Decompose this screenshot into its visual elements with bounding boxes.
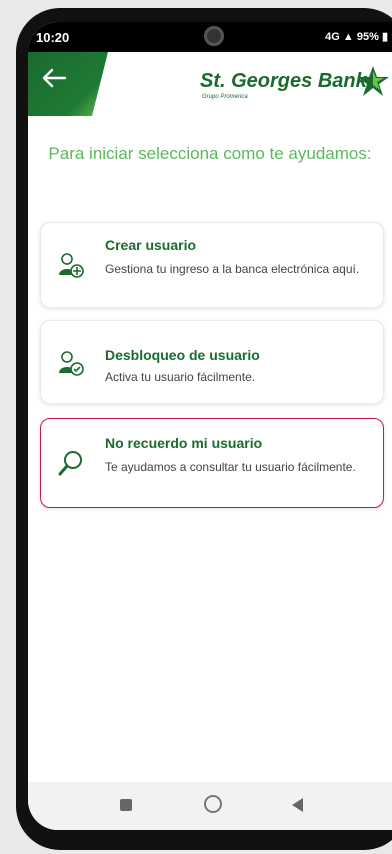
- search-icon: [58, 451, 82, 476]
- battery-icon: ▮: [381, 31, 388, 43]
- nav-back-icon[interactable]: [292, 798, 303, 812]
- header: St. Georges Bank Grupo Promerica: [28, 52, 392, 116]
- create-user-description: Gestiona tu ingreso a la banca electróni…: [105, 262, 360, 276]
- system-nav-bar: [28, 782, 392, 830]
- forgot-user-card[interactable]: No recuerdo mi usuario Te ayudamos a con…: [40, 418, 384, 508]
- signal-label: 4G: [325, 31, 340, 43]
- battery-level: 95%: [356, 31, 379, 43]
- recent-apps-icon[interactable]: [120, 799, 132, 811]
- page-title: Para iniciar selecciona como te ayudamos…: [48, 144, 372, 163]
- unlock-user-card[interactable]: Desbloqueo de usuario Activa tu usuario …: [40, 320, 384, 404]
- camera-icon: [204, 26, 224, 46]
- create-user-title: Crear usuario: [105, 237, 197, 253]
- unlock-user-title: Desbloqueo de usuario: [105, 347, 260, 363]
- forgot-user-description: Te ayudamos a consultar tu usuario fácil…: [105, 460, 356, 474]
- bank-subtitle: Grupo Promerica: [202, 94, 248, 100]
- user-check-icon: [59, 351, 84, 376]
- home-icon[interactable]: [204, 795, 222, 813]
- bank-logo: St. Georges Bank Grupo Promerica: [200, 66, 390, 110]
- signal-icon: ▲: [342, 31, 354, 43]
- status-bar: 10:20 4G ▲ 95% ▮: [28, 22, 392, 52]
- screen: 10:20 4G ▲ 95% ▮ St. Georges Bank Grupo …: [28, 22, 392, 830]
- user-add-icon: [59, 253, 84, 278]
- forgot-user-title: No recuerdo mi usuario: [105, 435, 263, 451]
- back-arrow-icon[interactable]: [38, 62, 70, 94]
- status-indicators: 4G ▲ 95% ▮: [325, 30, 388, 43]
- star-logo-icon: [357, 66, 389, 96]
- unlock-user-description: Activa tu usuario fácilmente.: [105, 370, 256, 384]
- status-time: 10:20: [36, 30, 70, 45]
- create-user-card[interactable]: Crear usuario Gestiona tu ingreso a la b…: [40, 222, 384, 308]
- bank-name: St. Georges Bank: [200, 70, 367, 92]
